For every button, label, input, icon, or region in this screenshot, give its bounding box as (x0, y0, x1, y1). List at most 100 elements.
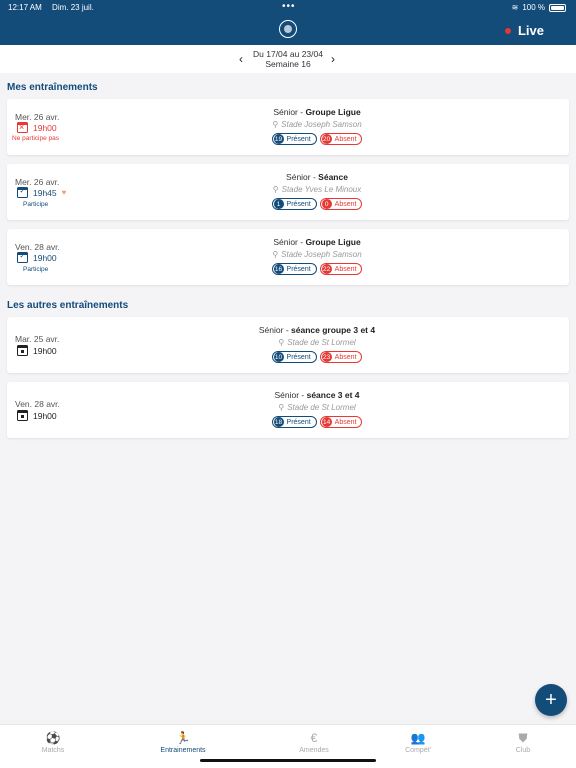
training-card[interactable]: Mar. 25 avr. 19h00 Sénior - séance group… (7, 317, 569, 373)
location-pin-icon: ⚲ (272, 185, 279, 194)
section-title-others: Les autres entraînements (7, 300, 129, 311)
euro-icon: € (310, 731, 318, 745)
present-badge[interactable]: 10 Présent (271, 351, 317, 363)
training-category: Sénior - (258, 325, 292, 335)
live-button[interactable]: Live (504, 23, 544, 38)
tab-amendes[interactable]: € Amendes (274, 731, 354, 754)
training-category: Sénior - (273, 237, 306, 247)
attendance-badges: 19 Présent 20 Absent (207, 133, 427, 145)
absent-badge[interactable]: 23 Absent (319, 351, 363, 363)
location-label: Stade Yves Le Minoux (281, 185, 362, 194)
training-date: Ven. 28 avr. (15, 399, 60, 409)
soccer-ball-icon: ⚽ (45, 731, 61, 745)
status-date: Dim. 23 juil. (52, 3, 94, 12)
wifi-icon: ≋ (511, 3, 519, 12)
training-card[interactable]: Mer. 26 avr. 19h00 Ne participe pas Séni… (7, 99, 569, 155)
participation-status: Participe (23, 266, 49, 273)
training-name: Séance (318, 172, 348, 182)
section-title-mine: Mes entraînements (7, 82, 98, 93)
training-name: séance groupe 3 et 4 (291, 325, 376, 335)
live-label: Live (517, 23, 544, 38)
running-icon: 🏃 (175, 731, 191, 745)
top-bar: 12:17 AM Dim. 23 juil. ••• ≋ 100 % Live (0, 0, 576, 45)
absent-count: 22 (321, 264, 332, 274)
training-title: Sénior - séance groupe 3 et 4 (207, 325, 427, 335)
training-location: ⚲ Stade de St Lormel (207, 403, 427, 412)
location-label: Stade de St Lormel (287, 403, 356, 412)
location-label: Stade de St Lormel (287, 338, 356, 347)
calendar-check-icon (17, 187, 28, 198)
training-name: Groupe Ligue (305, 107, 361, 117)
week-selector: ‹ Du 17/04 au 23/04 Semaine 16 › (0, 45, 576, 73)
training-card[interactable]: Ven. 28 avr. 19h00 Sénior - séance 3 et … (7, 382, 569, 438)
present-badge[interactable]: 16 Présent (271, 263, 317, 275)
present-label: Présent (286, 200, 311, 208)
attendance-badges: 18 Présent 14 Absent (207, 416, 427, 428)
training-location: ⚲ Stade Yves Le Minoux (207, 185, 427, 194)
absent-label: Absent (334, 200, 357, 208)
training-time-row: 19h00 (17, 410, 57, 421)
training-date: Mar. 25 avr. (15, 334, 60, 344)
training-name: Groupe Ligue (305, 237, 361, 247)
present-label: Présent (286, 353, 311, 361)
training-category: Sénior - (286, 172, 319, 182)
training-time: 19h45 (33, 187, 57, 198)
chevron-right-icon[interactable]: › (331, 52, 335, 66)
present-badge[interactable]: 19 Présent (271, 133, 317, 145)
absent-count: 23 (321, 352, 332, 362)
present-label: Présent (286, 135, 311, 143)
location-label: Stade Joseph Samson (281, 120, 362, 129)
multitask-dots-icon[interactable]: ••• (282, 1, 296, 12)
training-time-row: 19h00 (17, 122, 57, 133)
training-location: ⚲ Stade Joseph Samson (207, 120, 427, 129)
training-title: Sénior - Groupe Ligue (207, 237, 427, 247)
training-time: 19h00 (33, 410, 57, 421)
club-logo (279, 20, 297, 38)
heart-icon: ♥ (61, 188, 67, 197)
training-time-row: 19h00 (17, 252, 57, 263)
absent-badge[interactable]: 20 Absent (319, 133, 363, 145)
week-dates: Du 17/04 au 23/04 (253, 49, 323, 59)
absent-label: Absent (334, 353, 357, 361)
home-indicator[interactable] (200, 759, 376, 762)
tab-compet[interactable]: 👥 Compét' (378, 731, 458, 754)
training-time: 19h00 (33, 122, 57, 133)
tab-label: Club (515, 747, 531, 754)
location-pin-icon: ⚲ (278, 338, 285, 347)
tab-label: Compét' (405, 747, 431, 754)
absent-label: Absent (334, 135, 357, 143)
absent-count: 14 (321, 417, 332, 427)
training-date: Mer. 26 avr. (15, 112, 60, 122)
tab-club[interactable]: ⛊ Club (483, 731, 563, 754)
training-title: Sénior - séance 3 et 4 (207, 390, 427, 400)
present-label: Présent (286, 265, 311, 273)
attendance-badges: 1 Présent 0 Absent (207, 198, 427, 210)
location-pin-icon: ⚲ (272, 250, 279, 259)
present-badge[interactable]: 1 Présent (271, 198, 317, 210)
group-icon: 👥 (410, 731, 426, 745)
tab-label: Matchs (41, 747, 65, 754)
training-name: séance 3 et 4 (306, 390, 360, 400)
training-time-row: 19h00 (17, 345, 57, 356)
training-card[interactable]: Mer. 26 avr. 19h45 ♥ Participe Sénior - … (7, 164, 569, 220)
present-count: 1 (273, 199, 284, 209)
training-category: Sénior - (273, 107, 306, 117)
battery-icon (549, 3, 566, 12)
calendar-icon (17, 345, 28, 356)
absent-badge[interactable]: 0 Absent (319, 198, 363, 210)
absent-count: 0 (321, 199, 332, 209)
present-count: 19 (273, 134, 284, 144)
present-count: 16 (273, 264, 284, 274)
tab-entrainements[interactable]: 🏃 Entrainements (143, 731, 223, 754)
present-badge[interactable]: 18 Présent (271, 416, 317, 428)
location-pin-icon: ⚲ (278, 403, 285, 412)
training-card[interactable]: Ven. 28 avr. 19h00 Participe Sénior - Gr… (7, 229, 569, 285)
add-training-button[interactable]: + (535, 684, 567, 716)
training-title: Sénior - Groupe Ligue (207, 107, 427, 117)
location-label: Stade Joseph Samson (281, 250, 362, 259)
absent-badge[interactable]: 22 Absent (319, 263, 363, 275)
tab-label: Amendes (299, 747, 329, 754)
tab-matchs[interactable]: ⚽ Matchs (13, 731, 93, 754)
absent-badge[interactable]: 14 Absent (319, 416, 363, 428)
location-pin-icon: ⚲ (272, 120, 279, 129)
